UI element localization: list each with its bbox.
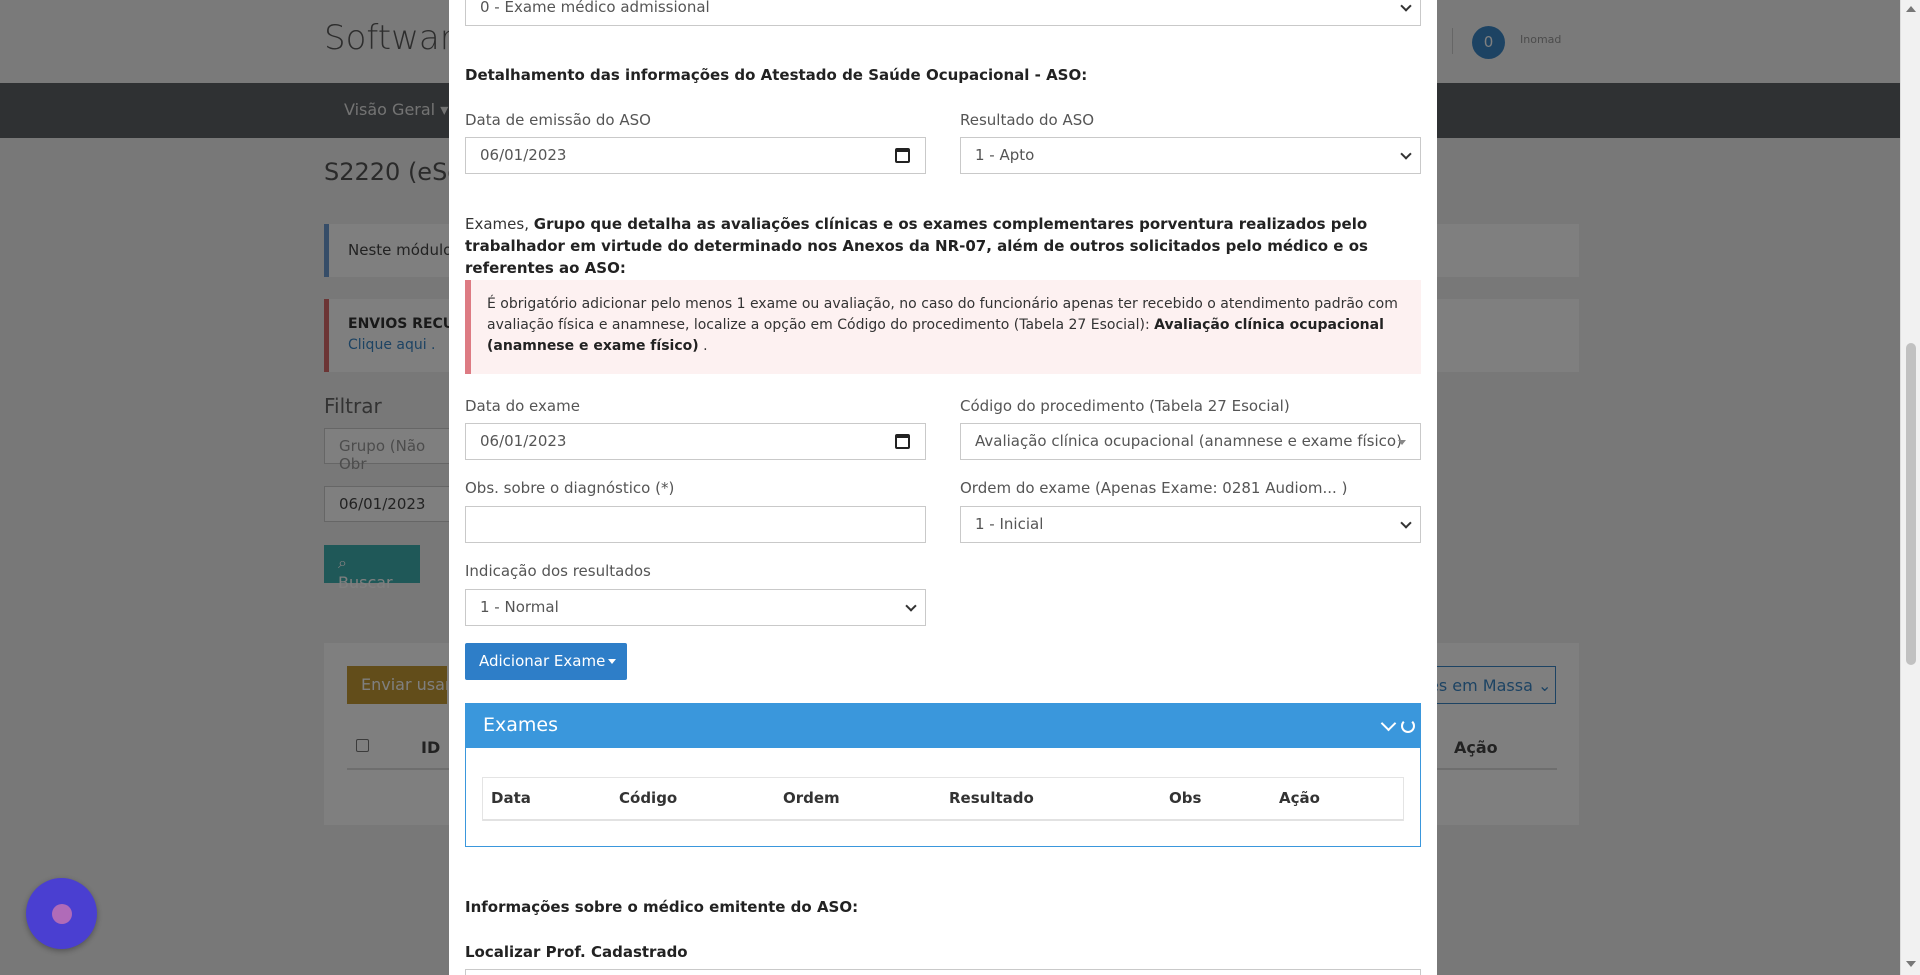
aso-modal: 0 - Exame médico admissional Detalhament…: [449, 0, 1437, 975]
exam-type-select[interactable]: 0 - Exame médico admissional: [465, 0, 1421, 26]
required-exam-alert: É obrigatório adicionar pelo menos 1 exa…: [465, 280, 1421, 374]
locate-professional-label: Localizar Prof. Cadastrado: [465, 943, 688, 961]
exam-date-input[interactable]: 06/01/2023: [465, 423, 926, 460]
chevron-down-icon: [905, 600, 917, 612]
aso-result-value: 1 - Apto: [975, 146, 1035, 164]
caret-down-icon: [1398, 440, 1406, 445]
exams-intro-prefix: Exames,: [465, 215, 529, 233]
exams-box-header: Exames: [466, 704, 1420, 748]
exam-order-value: 1 - Inicial: [975, 515, 1044, 533]
column-header-data: Data: [491, 789, 531, 807]
calendar-icon[interactable]: [895, 434, 910, 449]
column-header-obs: Obs: [1169, 789, 1202, 807]
aso-date-value: 06/01/2023: [480, 146, 567, 164]
calendar-icon[interactable]: [895, 148, 910, 163]
exam-order-label: Ordem do exame (Apenas Exame: 0281 Audio…: [960, 479, 1348, 497]
chevron-down-icon: [1400, 148, 1412, 160]
exams-box: Exames Data Código Ordem Resultado Obs A…: [465, 703, 1421, 847]
column-header-acao: Ação: [1279, 789, 1320, 807]
diagnosis-obs-label: Obs. sobre o diagnóstico (*): [465, 479, 675, 497]
collapse-icon[interactable]: [1380, 715, 1397, 732]
alert-tail: .: [703, 338, 708, 354]
aso-result-label: Resultado do ASO: [960, 111, 1095, 129]
exam-type-value: 0 - Exame médico admissional: [480, 0, 710, 16]
chat-widget-button[interactable]: [26, 878, 97, 949]
caret-down-icon: [608, 659, 617, 664]
exams-intro: Exames, Grupo que detalha as avaliações …: [465, 213, 1425, 279]
procedure-code-select[interactable]: Avaliação clínica ocupacional (anamnese …: [960, 423, 1421, 460]
chevron-down-icon: [1400, 517, 1412, 529]
scroll-up-icon[interactable]: [1906, 6, 1916, 12]
page-scrollbar[interactable]: [1900, 0, 1920, 975]
aso-date-input[interactable]: 06/01/2023: [465, 137, 926, 174]
add-exam-label: Adicionar Exame: [479, 652, 606, 670]
results-indication-label: Indicação dos resultados: [465, 562, 651, 580]
refresh-icon[interactable]: [1401, 719, 1415, 733]
exams-intro-description: Grupo que detalha as avaliações clínicas…: [465, 215, 1368, 277]
aso-date-label: Data de emissão do ASO: [465, 111, 651, 129]
scroll-down-icon[interactable]: [1906, 961, 1916, 967]
chat-icon: [52, 904, 72, 924]
table-header-rule: [483, 819, 1403, 821]
exam-date-value: 06/01/2023: [480, 432, 567, 450]
exams-box-title: Exames: [483, 714, 558, 736]
column-header-resultado: Resultado: [949, 789, 1034, 807]
exams-table: Data Código Ordem Resultado Obs Ação: [482, 777, 1404, 821]
add-exam-button[interactable]: Adicionar Exame: [465, 643, 627, 680]
scrollbar-thumb[interactable]: [1906, 343, 1916, 665]
aso-section-heading: Detalhamento das informações do Atestado…: [465, 66, 1088, 84]
doctor-section-heading: Informações sobre o médico emitente do A…: [465, 898, 859, 916]
diagnosis-obs-input[interactable]: [465, 506, 926, 543]
column-header-ordem: Ordem: [783, 789, 840, 807]
procedure-code-value: Avaliação clínica ocupacional (anamnese …: [975, 432, 1402, 450]
column-header-codigo: Código: [619, 789, 678, 807]
exam-date-label: Data do exame: [465, 397, 580, 415]
results-indication-value: 1 - Normal: [480, 598, 559, 616]
results-indication-select[interactable]: 1 - Normal: [465, 589, 926, 626]
procedure-code-label: Código do procedimento (Tabela 27 Esocia…: [960, 397, 1290, 415]
chevron-down-icon: [1400, 0, 1412, 12]
aso-result-select[interactable]: 1 - Apto: [960, 137, 1421, 174]
exam-order-select[interactable]: 1 - Inicial: [960, 506, 1421, 543]
locate-professional-input[interactable]: [465, 969, 1421, 975]
